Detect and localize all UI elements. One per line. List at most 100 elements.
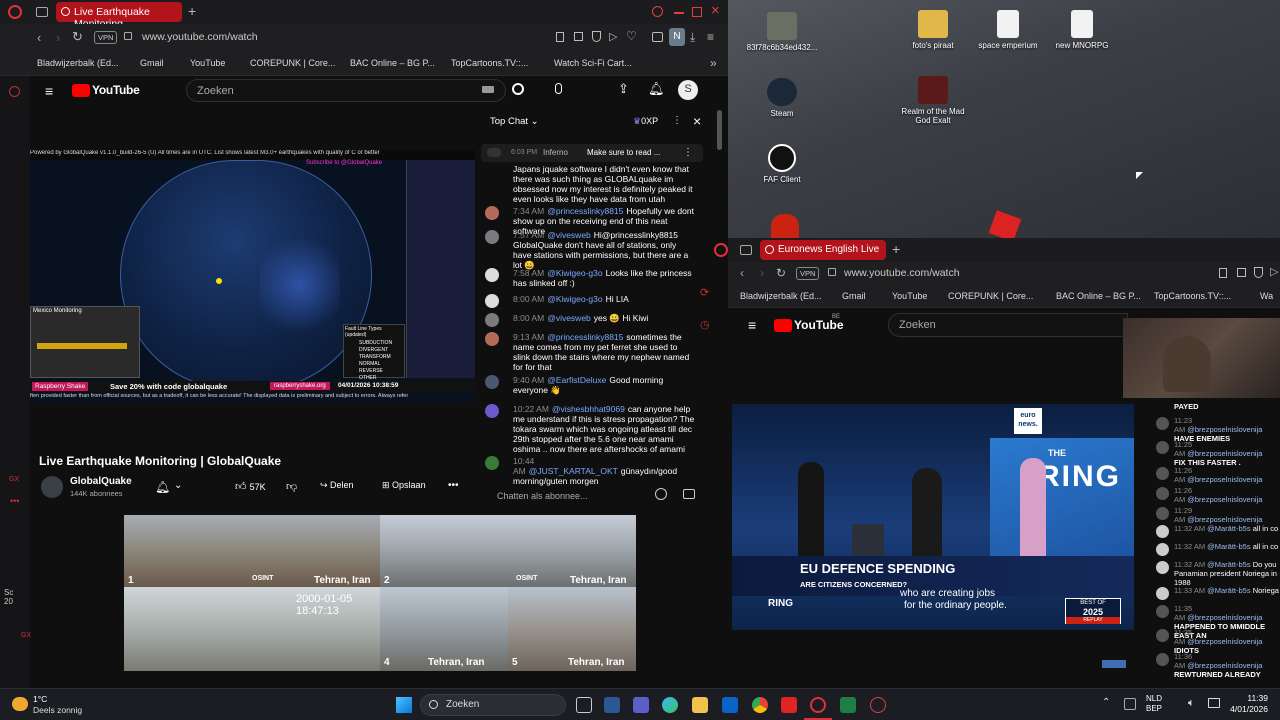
youtube-logo-icon[interactable] — [774, 319, 792, 332]
snapshot-icon[interactable] — [556, 32, 564, 42]
bookmark-topcartoons[interactable]: TopCartoons.TV::... — [451, 58, 528, 68]
history-icon[interactable] — [9, 86, 20, 97]
new-tab-icon[interactable]: + — [892, 241, 900, 257]
camera-feed-1[interactable]: 1 OSINT Tehran, Iran — [124, 515, 380, 587]
url-field[interactable]: www.youtube.com/watch — [844, 267, 960, 279]
tab-overview-icon[interactable] — [36, 7, 48, 17]
profile-button[interactable]: N — [669, 28, 685, 46]
url-field[interactable]: www.youtube.com/watch — [142, 31, 258, 43]
calculator-icon[interactable] — [840, 697, 856, 713]
crop-icon[interactable] — [574, 32, 583, 41]
share-button[interactable]: ↪ Delen — [320, 480, 354, 491]
desktop-icon-folder[interactable]: foto's piraat — [893, 10, 973, 50]
chat-more-icon[interactable]: ⋮ — [672, 115, 682, 126]
share-upload-icon[interactable]: ⇪ — [618, 81, 629, 97]
super-chat-icon[interactable] — [683, 489, 695, 499]
hamburger-menu-icon[interactable]: ≡ — [45, 83, 53, 99]
chevron-down-icon[interactable]: ⌄ — [174, 480, 182, 491]
tray-app-icon[interactable] — [1124, 698, 1136, 710]
camera-feed-4[interactable]: 4 Tehran, Iran — [380, 587, 508, 671]
desktop-icon-document[interactable]: space emperium — [968, 10, 1048, 50]
language-indicator[interactable]: NLD BEP — [1146, 694, 1162, 714]
chrome-icon[interactable] — [752, 697, 768, 713]
bookmark-folder[interactable]: Bladwijzerbalk (Ed... — [37, 58, 119, 68]
sidebar-history-icon[interactable]: ⟳ — [700, 286, 709, 299]
sidebar-gx-icon[interactable]: GX — [9, 476, 19, 483]
weather-icon[interactable] — [12, 697, 28, 711]
reload-icon[interactable]: ↻ — [776, 266, 786, 280]
camera-feed-2[interactable]: 2 OSINT Tehran, Iran — [380, 515, 636, 587]
reload-icon[interactable]: ↻ — [72, 29, 83, 45]
youtube-logo-text[interactable]: YouTube — [92, 83, 140, 97]
desktop-icon-faf[interactable]: FAF Client — [742, 144, 822, 184]
maximize-icon[interactable] — [692, 7, 702, 17]
bookmark-topcartoons[interactable]: TopCartoons.TV::... — [1154, 291, 1231, 301]
clock[interactable]: 11:39 4/01/2026 — [1226, 693, 1268, 715]
bell-icon[interactable]: 🔔︎ — [648, 81, 665, 97]
close-icon[interactable]: × — [711, 2, 720, 19]
opera-logo-icon[interactable] — [8, 5, 22, 19]
search-icon[interactable] — [512, 83, 524, 95]
bookmark-folder[interactable]: Bladwijzerbalk (Ed... — [740, 291, 822, 301]
play-icon[interactable]: ▷ — [1270, 265, 1278, 278]
new-tab-icon[interactable]: + — [188, 3, 196, 19]
shield-icon[interactable] — [592, 31, 601, 42]
chat-input[interactable]: Chatten als abonnee... — [497, 491, 588, 501]
microphone-icon[interactable] — [555, 83, 562, 94]
search-tabs-icon[interactable] — [652, 6, 663, 17]
dislike-icon[interactable]: 👎︎ — [286, 480, 297, 493]
extensions-icon[interactable] — [652, 32, 663, 42]
explorer-app-icon[interactable] — [604, 697, 620, 713]
chat-scrollbar[interactable] — [717, 110, 722, 150]
vpn-badge[interactable]: VPN — [94, 31, 118, 44]
youtube-logo-text[interactable]: YouTube — [794, 318, 844, 332]
bookmark-gmail[interactable]: Gmail — [842, 291, 866, 301]
youtube-app-icon[interactable] — [781, 697, 797, 713]
bookmark-scifi[interactable]: Watch Sci-Fi Cart... — [554, 58, 632, 68]
battery-icon[interactable] — [1208, 698, 1220, 708]
avatar[interactable]: S — [678, 80, 698, 100]
sidebar-gx-icon-2[interactable]: GX — [21, 632, 31, 639]
forward-icon[interactable]: › — [56, 30, 60, 45]
video-player-earthquake[interactable]: Powered by GlobalQuake v1.1.0_build-26-5… — [30, 150, 475, 402]
search-input[interactable]: Zoeken — [186, 79, 506, 102]
save-button[interactable]: ⊞ Opslaan — [382, 480, 426, 491]
close-chat-icon[interactable]: × — [693, 113, 701, 129]
chat-mode-dropdown[interactable]: Top Chat ⌄ — [490, 116, 539, 127]
back-icon[interactable]: ‹ — [740, 266, 744, 280]
speaker-icon[interactable]: 🔈︎ — [1188, 697, 1195, 710]
more-actions-icon[interactable]: ••• — [448, 480, 459, 491]
opera-gx-alt-icon[interactable] — [870, 697, 886, 713]
keyboard-icon[interactable] — [482, 86, 494, 93]
sidebar-clock-icon[interactable]: ◷ — [700, 318, 710, 331]
bookmark-corepunk[interactable]: COREPUNK | Core... — [948, 291, 1033, 301]
tab-live-earthquake[interactable]: Live Earthquake Monitoring — [56, 2, 182, 30]
opera-gx-icon[interactable] — [810, 697, 826, 713]
tray-chevron-icon[interactable]: ⌃ — [1102, 697, 1110, 708]
play-icon[interactable]: ▷ — [609, 30, 617, 43]
bookmark-bac[interactable]: BAC Online – BG P... — [1056, 291, 1141, 301]
bookmark-bac[interactable]: BAC Online – BG P... — [350, 58, 435, 68]
camera-feed-3[interactable]: 2000-01-05 18:47:13 — [124, 587, 380, 671]
progress-indicator[interactable] — [1102, 660, 1126, 668]
video-player-euronews[interactable]: euro news. THE RING EU DEFENCE SPENDING A… — [732, 404, 1134, 630]
tab-euronews[interactable]: Euronews English Live — [760, 240, 886, 260]
bookmark-youtube[interactable]: YouTube — [190, 58, 225, 68]
points-badge[interactable]: ♛0XP — [633, 116, 658, 127]
sidebar-more-icon[interactable]: ••• — [10, 496, 19, 506]
hamburger-menu-icon[interactable]: ≡ — [748, 317, 756, 333]
desktop-icon-file[interactable]: 83f78c6b34ed432... — [742, 12, 822, 52]
more-bookmarks-icon[interactable]: » — [710, 56, 717, 70]
heart-icon[interactable]: ♡ — [626, 29, 637, 43]
pinned-message[interactable]: 6:03 PM Inferno Make sure to read ... ⋮ — [481, 144, 703, 162]
taskbar-search[interactable]: Zoeken — [420, 694, 566, 716]
desktop-icon-document[interactable]: new MNORPG — [1042, 10, 1122, 50]
weather-temp[interactable]: 1°C — [33, 694, 47, 704]
tab-overview-icon[interactable] — [740, 245, 752, 255]
shield-icon[interactable] — [1254, 267, 1263, 278]
camera-feed-5[interactable]: 5 Tehran, Iran — [508, 587, 636, 671]
bookmark-gmail[interactable]: Gmail — [140, 58, 164, 68]
channel-avatar[interactable] — [41, 476, 63, 498]
vpn-badge[interactable]: VPN — [796, 267, 820, 280]
bookmark-youtube[interactable]: YouTube — [892, 291, 927, 301]
